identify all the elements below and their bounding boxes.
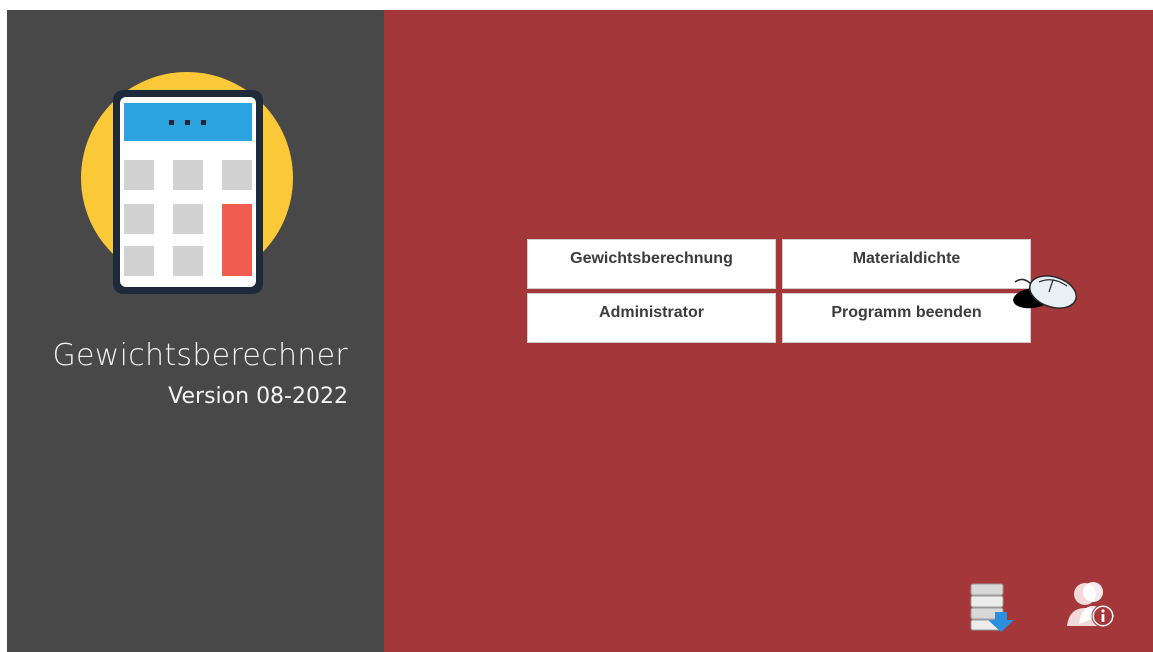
left-panel: Gewichtsberechner Version 08-2022 bbox=[7, 10, 384, 652]
database-download-icon[interactable] bbox=[969, 582, 1017, 632]
app-window: Gewichtsberechner Version 08-2022 Gewich… bbox=[7, 10, 1153, 652]
exit-program-button[interactable]: Programm beenden bbox=[782, 293, 1031, 343]
menu-grid: Gewichtsberechnung Materialdichte Admini… bbox=[527, 239, 1035, 345]
administrator-button[interactable]: Administrator bbox=[527, 293, 776, 343]
user-info-icon[interactable] bbox=[1063, 580, 1121, 630]
calculator-icon bbox=[81, 72, 293, 294]
material-density-button[interactable]: Materialdichte bbox=[782, 239, 1031, 289]
app-version: Version 08-2022 bbox=[168, 384, 348, 409]
main-menu-panel: Gewichtsberechnung Materialdichte Admini… bbox=[384, 10, 1153, 652]
weight-calculation-button[interactable]: Gewichtsberechnung bbox=[527, 239, 776, 289]
app-title: Gewichtsberechner bbox=[52, 338, 348, 373]
mouse-icon bbox=[1013, 275, 1078, 309]
